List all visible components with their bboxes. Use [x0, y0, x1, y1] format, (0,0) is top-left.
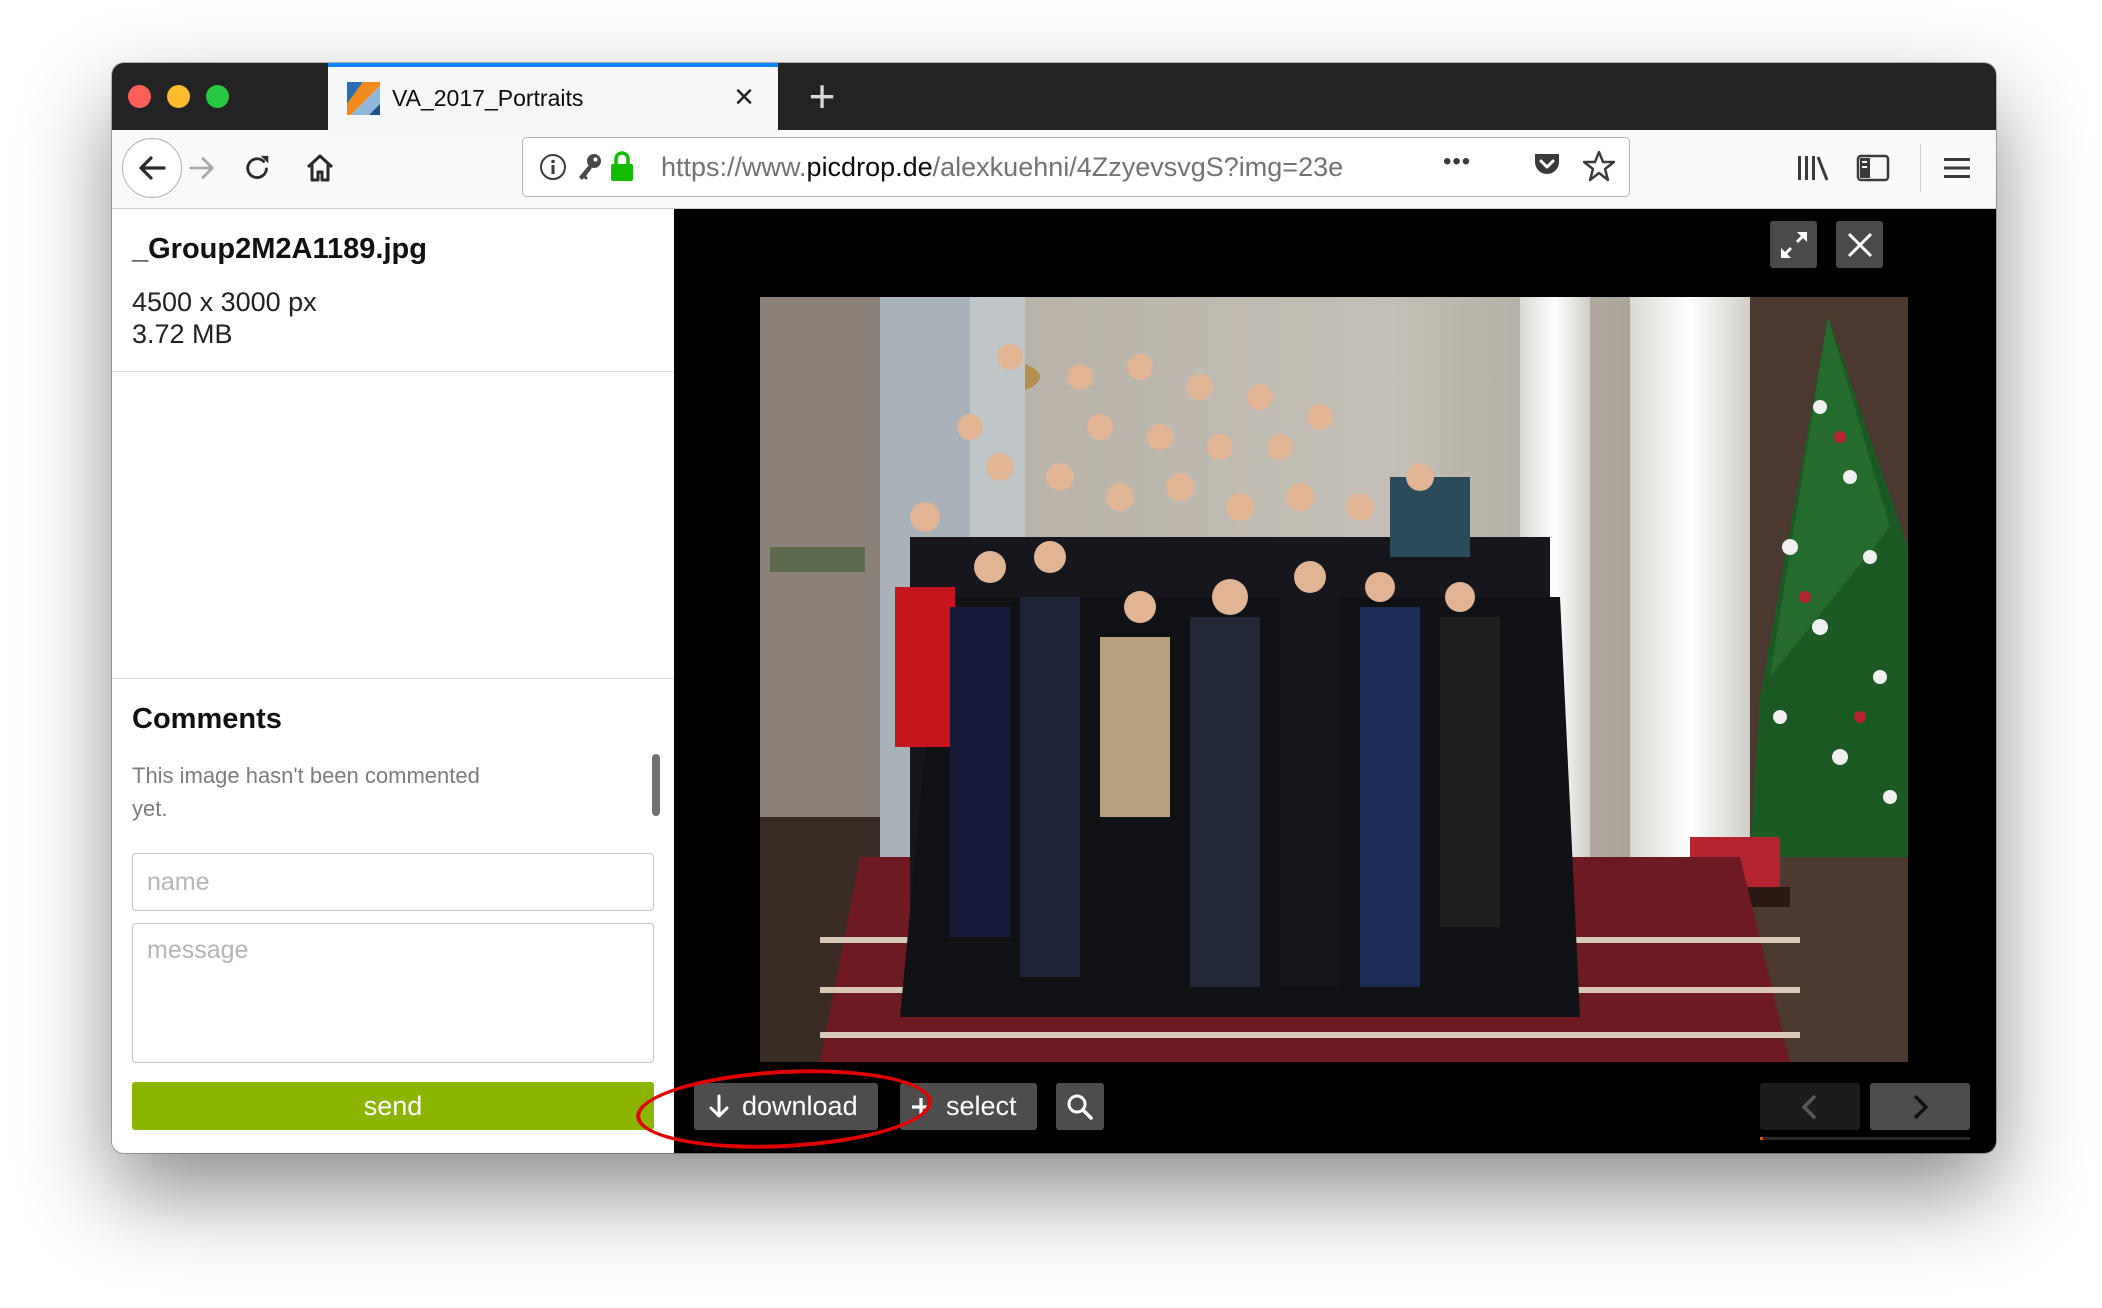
toolbar-separator	[1920, 144, 1921, 192]
url-bar[interactable]: https://www.picdrop.de/alexkuehni/4Zzyev…	[522, 137, 1630, 197]
close-viewer-button[interactable]	[1836, 221, 1883, 268]
tab-bar: VA_2017_Portraits × +	[112, 63, 1996, 130]
navigation-bar: https://www.picdrop.de/alexkuehni/4Zzyev…	[112, 130, 1996, 209]
name-field[interactable]	[132, 853, 654, 911]
previous-image-button[interactable]	[1760, 1083, 1860, 1130]
fullscreen-button[interactable]	[1770, 221, 1817, 268]
image-viewer: download select	[674, 209, 1996, 1153]
comments-heading: Comments	[132, 703, 282, 735]
file-name: _Group2M2A1189.jpg	[132, 233, 427, 265]
secure-lock-icon[interactable]	[609, 150, 635, 182]
new-tab-button[interactable]: +	[792, 67, 852, 127]
divider	[112, 371, 674, 372]
window-minimize-button[interactable]	[167, 85, 190, 108]
info-icon[interactable]	[539, 153, 567, 181]
home-icon	[306, 154, 334, 182]
url-host: picdrop.de	[806, 152, 933, 182]
arrow-left-icon	[139, 156, 166, 180]
scrollbar-thumb[interactable]	[652, 754, 660, 816]
key-icon[interactable]	[575, 152, 603, 182]
browser-window: VA_2017_Portraits × + https://www.picdro…	[112, 63, 1996, 1153]
url-fade	[1353, 146, 1423, 188]
site-favicon-icon	[347, 82, 380, 115]
arrow-right-icon	[189, 157, 214, 179]
reload-button[interactable]	[234, 144, 282, 192]
library-icon[interactable]	[1796, 152, 1830, 184]
home-button[interactable]	[296, 144, 344, 192]
magnifier-icon	[1067, 1094, 1093, 1120]
url-text[interactable]: https://www.picdrop.de/alexkuehni/4Zzyev…	[661, 152, 1411, 183]
hamburger-menu-icon[interactable]	[1942, 152, 1972, 184]
gallery-progress-fill	[1760, 1137, 1764, 1140]
chevron-right-icon	[1913, 1094, 1929, 1120]
reload-icon	[246, 155, 269, 179]
message-field[interactable]	[132, 923, 654, 1063]
page-actions-button[interactable]: •••	[1443, 148, 1471, 176]
window-close-button[interactable]	[128, 85, 151, 108]
url-path: /alexkuehni/4ZzyevsvgS?img=23e	[932, 152, 1344, 182]
close-icon	[1847, 232, 1872, 257]
pocket-icon[interactable]	[1533, 150, 1561, 180]
image-info-panel: _Group2M2A1189.jpg 4500 x 3000 px 3.72 M…	[112, 209, 674, 1153]
url-prefix: https://www.	[661, 152, 807, 182]
group-photo	[760, 297, 1908, 1062]
tab-title: VA_2017_Portraits	[392, 85, 584, 111]
chevron-left-icon	[1801, 1094, 1817, 1120]
tab-close-icon[interactable]: ×	[724, 77, 764, 117]
select-label: select	[946, 1091, 1017, 1121]
comments-empty-text: This image hasn't been commented yet.	[132, 763, 480, 821]
divider	[112, 678, 674, 679]
back-button[interactable]	[122, 138, 182, 198]
gallery-progress-bar	[1760, 1137, 1970, 1140]
forward-button[interactable]	[178, 144, 226, 192]
send-button[interactable]: send	[132, 1082, 654, 1130]
tab-active[interactable]: VA_2017_Portraits ×	[328, 63, 778, 130]
zoom-button[interactable]	[1056, 1083, 1104, 1130]
expand-icon	[1780, 231, 1807, 258]
next-image-button[interactable]	[1870, 1083, 1970, 1130]
file-dimensions: 4500 x 3000 px	[132, 287, 317, 317]
sidebar-icon[interactable]	[1856, 152, 1890, 184]
window-maximize-button[interactable]	[206, 85, 229, 108]
file-size: 3.72 MB	[132, 319, 233, 349]
bookmark-star-icon[interactable]	[1583, 150, 1615, 182]
